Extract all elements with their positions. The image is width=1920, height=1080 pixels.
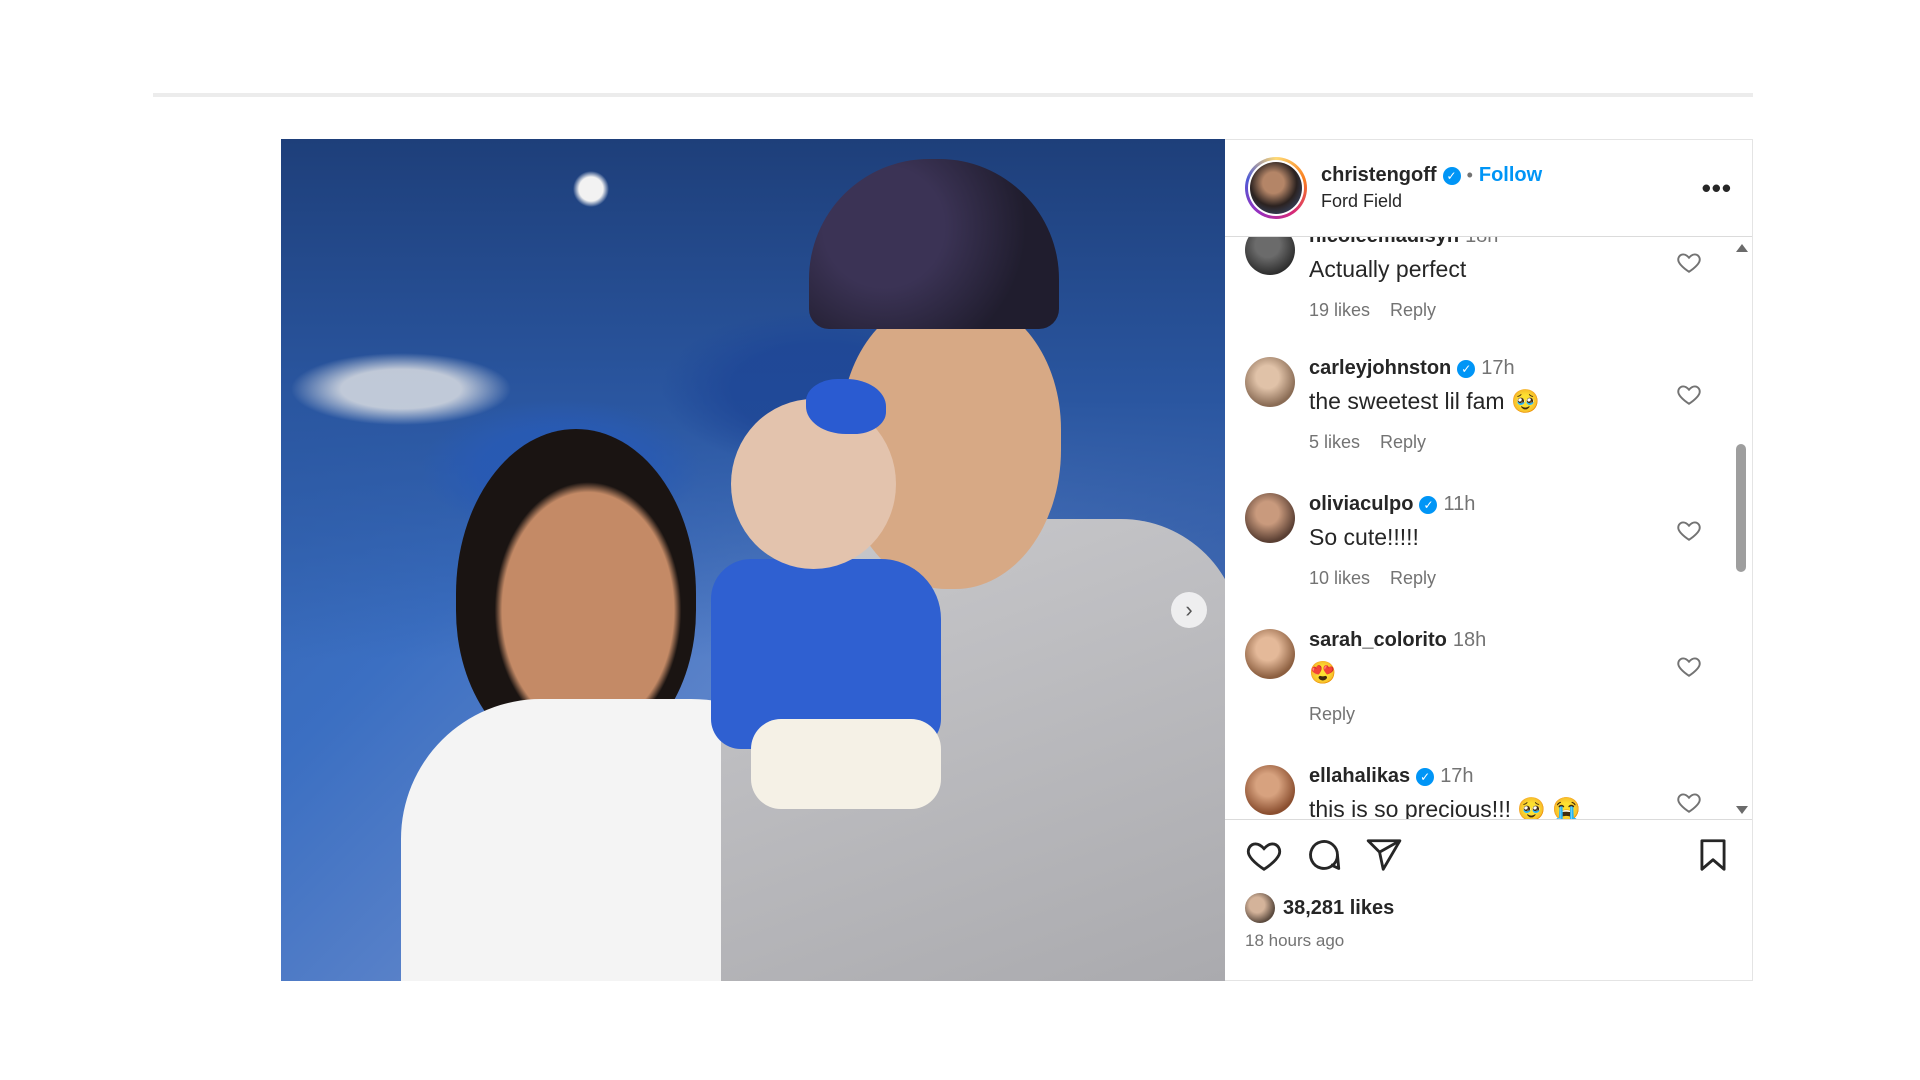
comment-item: oliviaculpo ✓ 11h So cute!!!!! 10 likes … xyxy=(1245,493,1712,629)
comment-text: So cute!!!!! xyxy=(1309,524,1419,550)
heart-icon[interactable] xyxy=(1676,517,1702,543)
heart-icon[interactable] xyxy=(1676,789,1702,815)
comment-icon[interactable] xyxy=(1305,836,1343,874)
comment-time: 17h xyxy=(1481,357,1515,379)
comment-actions: Reply xyxy=(1309,704,1712,725)
bookmark-icon[interactable] xyxy=(1694,836,1732,874)
send-icon[interactable] xyxy=(1365,836,1403,874)
comment-header: nicoleemadisyn 18h xyxy=(1309,237,1712,248)
reply-button[interactable]: Reply xyxy=(1390,568,1436,589)
verified-badge-icon: ✓ xyxy=(1419,495,1438,514)
comment-avatar[interactable] xyxy=(1245,237,1295,275)
baby-pants xyxy=(751,719,941,809)
comment-body: sarah_colorito 18h 😍 Reply xyxy=(1309,629,1712,765)
comment-body: oliviaculpo ✓ 11h So cute!!!!! 10 likes … xyxy=(1309,493,1712,629)
post-sidebar: christengoff ✓ • Follow Ford Field ••• n… xyxy=(1225,139,1753,981)
baby-bow xyxy=(806,379,886,434)
reply-button[interactable]: Reply xyxy=(1309,704,1355,725)
likes-count[interactable]: 38,281 likes xyxy=(1283,897,1394,920)
comment-username[interactable]: nicoleemadisyn xyxy=(1309,237,1459,248)
comment-header: sarah_colorito 18h xyxy=(1309,629,1712,652)
comment-likes[interactable]: 10 likes xyxy=(1309,568,1370,589)
heart-icon[interactable] xyxy=(1676,249,1702,275)
comment-time: 18h xyxy=(1452,629,1487,651)
comment-header: carleyjohnston ✓ 17h xyxy=(1309,357,1712,380)
comment-avatar[interactable] xyxy=(1245,629,1295,679)
comment-body: carleyjohnston ✓ 17h the sweetest lil fa… xyxy=(1309,357,1712,493)
comment-header: oliviaculpo ✓ 11h xyxy=(1309,493,1712,516)
comment-body: nicoleemadisyn 18h Actually perfect 19 l… xyxy=(1309,237,1712,361)
post-header: christengoff ✓ • Follow Ford Field ••• xyxy=(1225,140,1752,237)
liker-avatar[interactable] xyxy=(1245,893,1275,923)
author-username[interactable]: christengoff xyxy=(1321,164,1437,187)
comment-text: 😍 xyxy=(1309,660,1337,685)
comment-actions: 5 likes Reply xyxy=(1309,432,1712,453)
verified-badge-icon: ✓ xyxy=(1442,166,1461,185)
author-meta: christengoff ✓ • Follow Ford Field xyxy=(1321,164,1702,212)
comment-likes[interactable]: 5 likes xyxy=(1309,432,1360,453)
post-location[interactable]: Ford Field xyxy=(1321,191,1702,212)
comment-actions: 19 likes Reply xyxy=(1309,300,1712,321)
scroll-down-icon[interactable] xyxy=(1736,806,1748,814)
scroll-up-icon[interactable] xyxy=(1736,244,1748,252)
comment-text: the sweetest lil fam 🥹 xyxy=(1309,388,1540,414)
comment-item: sarah_colorito 18h 😍 Reply xyxy=(1245,629,1712,765)
avatar-image xyxy=(1250,162,1302,214)
comment-actions: 10 likes Reply xyxy=(1309,568,1712,589)
comments-scrollbar[interactable] xyxy=(1734,244,1748,814)
verified-badge-icon: ✓ xyxy=(1457,359,1476,378)
comment-item: ellahalikas ✓ 17h this is so precious!!!… xyxy=(1245,765,1712,819)
post-timestamp[interactable]: 18 hours ago xyxy=(1225,923,1752,951)
scrollbar-thumb[interactable] xyxy=(1736,444,1746,572)
heart-icon[interactable] xyxy=(1676,381,1702,407)
comment-item: carleyjohnston ✓ 17h the sweetest lil fa… xyxy=(1245,357,1712,493)
author-row: christengoff ✓ • Follow xyxy=(1321,164,1702,187)
comment-time: 18h xyxy=(1465,237,1498,248)
comment-avatar[interactable] xyxy=(1245,357,1295,407)
reply-button[interactable]: Reply xyxy=(1380,432,1426,453)
chevron-right-icon: › xyxy=(1185,597,1193,622)
separator-dot: • xyxy=(1466,165,1473,185)
comment-body: ellahalikas ✓ 17h this is so precious!!!… xyxy=(1309,765,1712,819)
follow-button[interactable]: Follow xyxy=(1479,164,1542,187)
post-image[interactable]: › xyxy=(281,139,1225,981)
avatar-inner xyxy=(1248,160,1304,216)
comment-time: 11h xyxy=(1443,493,1476,515)
comment-header: ellahalikas ✓ 17h xyxy=(1309,765,1712,788)
author-avatar[interactable] xyxy=(1245,157,1307,219)
comments-list[interactable]: nicoleemadisyn 18h Actually perfect 19 l… xyxy=(1225,237,1752,819)
comment-time: 17h xyxy=(1440,765,1474,787)
comment-text: this is so precious!!! 🥹 😭 xyxy=(1309,796,1582,819)
comment-item: nicoleemadisyn 18h Actually perfect 19 l… xyxy=(1245,237,1712,361)
post-actions xyxy=(1225,819,1752,889)
comment-username[interactable]: ellahalikas xyxy=(1309,765,1410,788)
top-divider xyxy=(153,93,1753,97)
comment-username[interactable]: carleyjohnston xyxy=(1309,357,1451,380)
comment-avatar[interactable] xyxy=(1245,765,1295,815)
reply-button[interactable]: Reply xyxy=(1390,300,1436,321)
next-image-button[interactable]: › xyxy=(1171,592,1207,628)
comment-avatar[interactable] xyxy=(1245,493,1295,543)
comment-username[interactable]: sarah_colorito xyxy=(1309,629,1447,652)
more-options-icon[interactable]: ••• xyxy=(1702,173,1732,204)
comment-likes[interactable]: 19 likes xyxy=(1309,300,1370,321)
verified-badge-icon: ✓ xyxy=(1416,767,1435,786)
comment-text: Actually perfect xyxy=(1309,256,1467,282)
likes-row: 38,281 likes xyxy=(1225,893,1752,923)
heart-icon[interactable] xyxy=(1676,653,1702,679)
heart-icon[interactable] xyxy=(1245,836,1283,874)
post-modal: › christengoff ✓ • Follow Ford Field ••• xyxy=(281,139,1753,981)
baby-figure xyxy=(711,379,941,809)
comment-username[interactable]: oliviaculpo xyxy=(1309,493,1413,516)
